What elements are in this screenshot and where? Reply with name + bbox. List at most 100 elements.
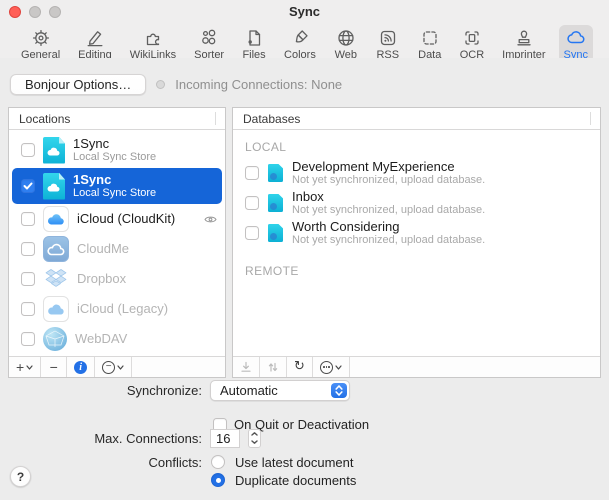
location-row-dropbox[interactable]: Dropbox [9,264,225,294]
databases-header-label: Databases [243,112,300,126]
database-name: Worth Considering [292,220,485,234]
circles-icon [199,28,219,48]
max-connections-label: Max. Connections: [2,431,202,446]
location-checkbox[interactable] [21,242,35,256]
dropbox-icon [43,266,69,292]
location-row-1sync-selected[interactable]: 1Sync Local Sync Store [12,168,222,204]
paintbrush-icon [290,28,310,48]
databases-list: LOCAL Development MyExperience Not yet s… [233,130,600,356]
database-row-inbox[interactable]: Inbox Not yet synchronized, upload datab… [233,188,600,218]
cloudme-icon [43,236,69,262]
location-text: 1Sync Local Sync Store [73,137,156,163]
location-row-icloud-legacy[interactable]: iCloud (Legacy) [9,294,225,324]
document-gear-icon [244,28,264,48]
locations-panel: Locations 1Sync Local Sync Store [8,107,226,378]
database-status: Not yet synchronized, upload database. [292,234,485,246]
duplicate-documents-radio[interactable] [211,473,225,487]
icloud-legacy-icon [43,296,69,322]
location-action-menu-button[interactable]: − [95,357,132,377]
database-text: Inbox Not yet synchronized, upload datab… [292,190,485,216]
database-text: Development MyExperience Not yet synchro… [292,160,485,186]
location-checkbox[interactable] [21,272,35,286]
location-name: iCloud (CloudKit) [77,212,175,226]
gear-icon [31,28,51,48]
synchronize-value: Automatic [220,383,349,398]
locations-list: 1Sync Local Sync Store 1Sync Local Sync … [9,130,225,356]
max-connections-field[interactable]: 16 [210,429,240,448]
database-row-development-myexperience[interactable]: Development MyExperience Not yet synchro… [233,158,600,188]
refresh-icon: ↻ [294,358,305,374]
location-checkbox[interactable] [21,143,35,157]
globe-icon [336,28,356,48]
sync-preferences-pane: Bonjour Options… Incoming Connections: N… [0,58,609,500]
synchronize-dropdown[interactable]: Automatic [210,380,350,401]
databases-toolbar: ↻ [233,356,600,377]
database-name: Inbox [292,190,485,204]
help-button[interactable]: ? [10,466,31,487]
location-row-cloudme[interactable]: CloudMe [9,234,225,264]
duplicate-documents-label: Duplicate documents [235,473,356,488]
database-action-menu-button[interactable] [313,357,350,377]
database-text: Worth Considering Not yet synchronized, … [292,220,485,246]
upload-sync-button[interactable] [260,357,287,377]
location-name: CloudMe [77,242,129,256]
database-name: Development MyExperience [292,160,485,174]
location-checkbox[interactable] [21,302,35,316]
refresh-button[interactable]: ↻ [287,357,313,377]
dropdown-stepper-icon [331,383,347,398]
puzzle-icon [143,28,163,48]
location-row-1sync[interactable]: 1Sync Local Sync Store [9,132,225,168]
database-checkbox[interactable] [245,196,259,210]
webdav-icon [43,327,67,351]
database-row-worth-considering[interactable]: Worth Considering Not yet synchronized, … [233,218,600,248]
location-name: 1Sync [73,137,156,151]
window-title: Sync [0,4,609,19]
download-button[interactable] [233,357,260,377]
locations-toolbar: + − i − [9,356,225,377]
remove-location-button[interactable]: − [41,357,67,377]
action-menu-icon: − [102,361,115,374]
incoming-connections-status-dot [156,80,165,89]
stamp-icon [514,28,534,48]
info-icon: i [74,361,87,374]
preferences-window: Sync General Editing WikiLinks Sorter [0,0,609,500]
location-checkbox[interactable] [21,212,35,226]
scan-icon [462,28,482,48]
local-sync-store-icon [43,137,65,164]
icloud-cloudkit-icon [43,206,69,232]
synchronize-label: Synchronize: [2,383,202,398]
database-status: Not yet synchronized, upload database. [292,174,485,186]
location-row-icloud-cloudkit[interactable]: iCloud (CloudKit) [9,204,225,234]
bonjour-row: Bonjour Options… Incoming Connections: N… [0,58,609,95]
incoming-connections-status: Incoming Connections: None [175,77,342,92]
location-name: 1Sync [73,173,156,187]
download-icon [240,361,252,373]
databases-header: Databases [233,108,600,130]
databases-panel: Databases LOCAL Development MyExperience… [232,107,601,378]
database-checkbox[interactable] [245,166,259,180]
pencil-icon [85,28,105,48]
max-connections-stepper[interactable] [248,429,261,448]
database-icon [268,164,283,182]
dashed-frame-icon [420,28,440,48]
location-checkbox[interactable] [21,179,35,193]
location-checkbox[interactable] [21,332,35,346]
local-section-label: LOCAL [233,132,600,158]
bonjour-options-button[interactable]: Bonjour Options… [10,74,146,95]
location-subtitle: Local Sync Store [73,151,156,163]
location-name: WebDAV [75,332,127,346]
title-bar: Sync [0,0,609,22]
rss-icon [378,28,398,48]
info-button[interactable]: i [67,357,95,377]
use-latest-document-radio[interactable] [211,455,225,469]
eye-icon[interactable] [204,212,217,227]
use-latest-document-label: Use latest document [235,455,354,470]
database-checkbox[interactable] [245,226,259,240]
action-menu-icon [320,361,333,374]
locations-header: Locations [9,108,225,130]
location-name: Dropbox [77,272,126,286]
location-name: iCloud (Legacy) [77,302,168,316]
add-location-button[interactable]: + [9,357,41,377]
database-icon [268,194,283,212]
location-row-webdav[interactable]: WebDAV [9,324,225,354]
